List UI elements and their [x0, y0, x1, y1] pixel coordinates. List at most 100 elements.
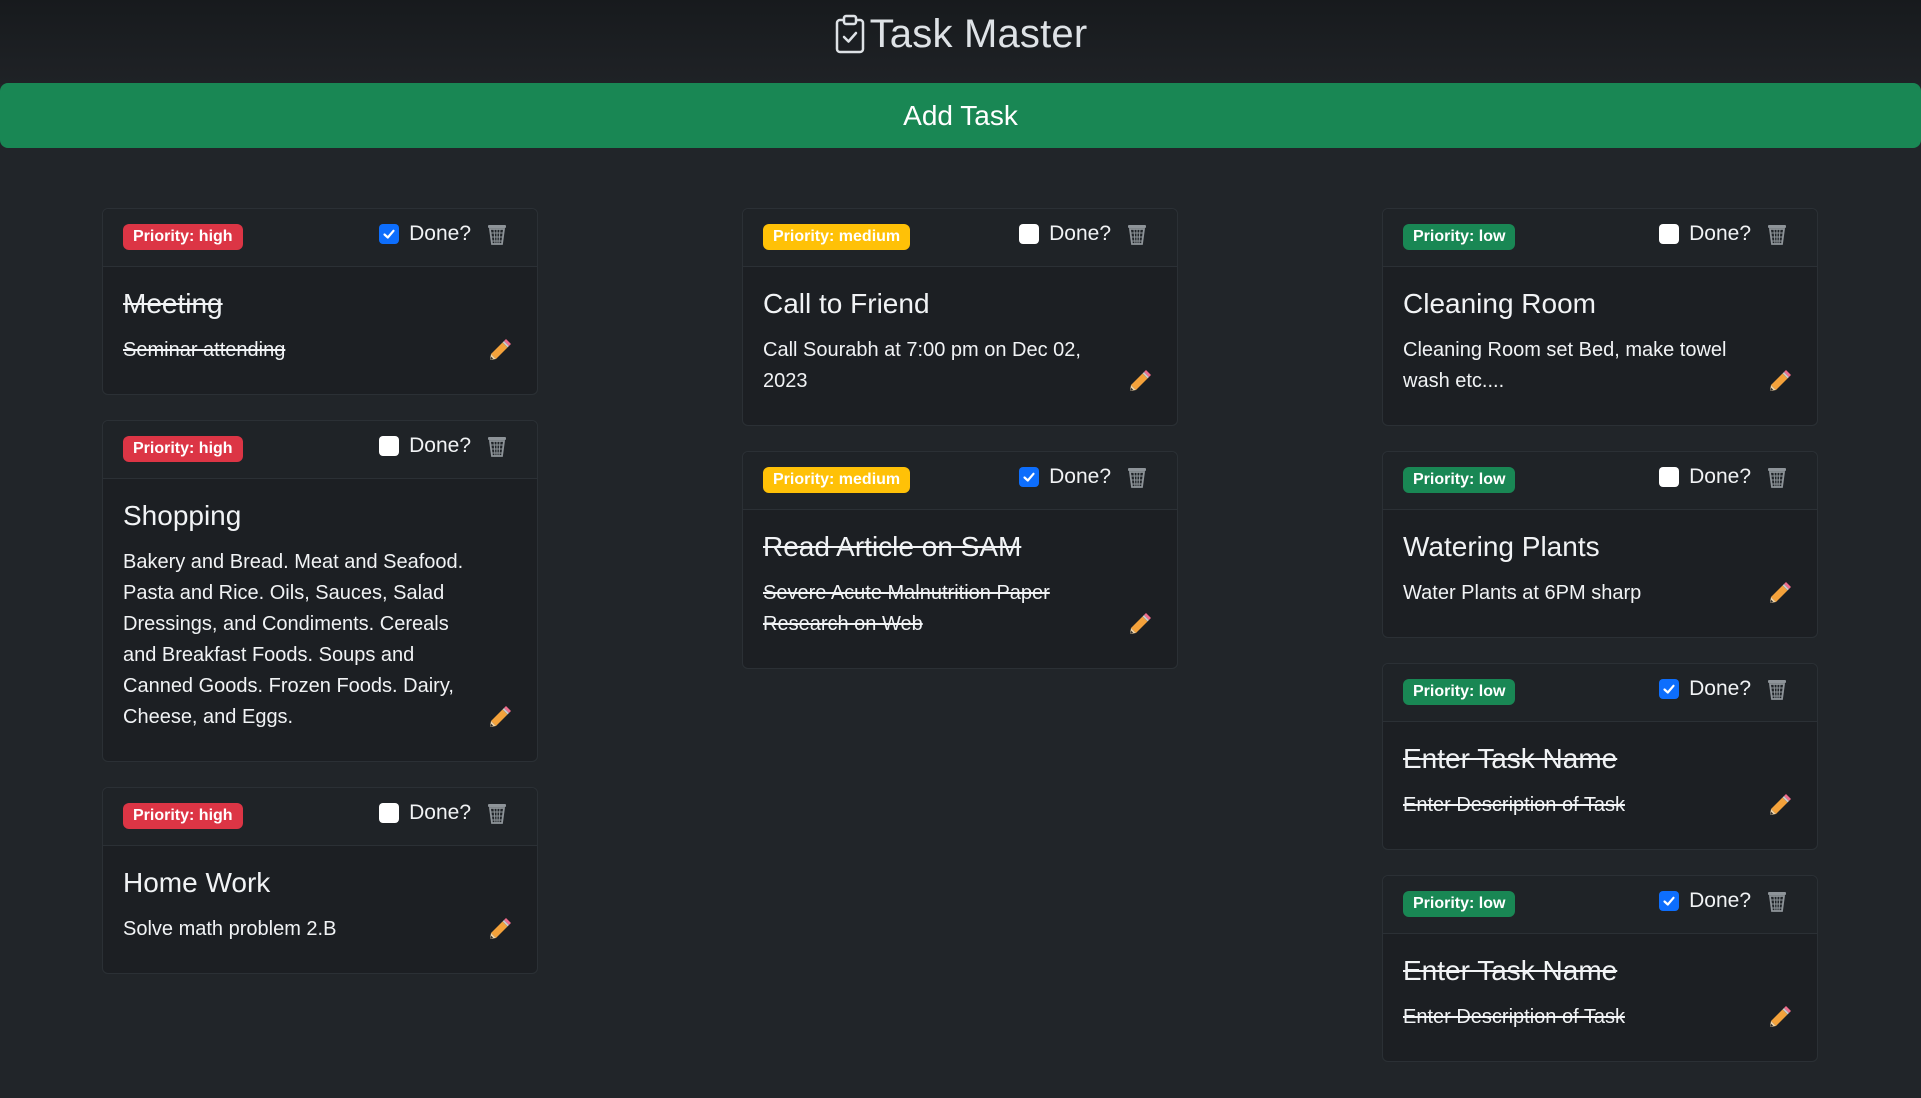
clipboard-check-icon: [834, 14, 866, 54]
priority-badge: Priority: medium: [763, 467, 911, 493]
card-body: Enter Task Name Enter Description of Tas…: [1383, 722, 1817, 849]
done-label: Done?: [409, 434, 471, 457]
done-label: Done?: [1689, 889, 1751, 912]
card-header: Priority: high Done?: [103, 788, 537, 846]
task-description: Call Sourabh at 7:00 pm on Dec 02, 2023: [763, 339, 1081, 392]
done-checkbox[interactable]: [379, 224, 400, 244]
trash-icon[interactable]: [487, 223, 507, 250]
card-body: Meeting Seminar attending: [103, 267, 537, 394]
done-checkbox[interactable]: [1659, 679, 1680, 699]
card-header: Priority: high Done?: [103, 209, 537, 267]
task-name: Enter Task Name: [1403, 743, 1618, 774]
page-title: Task Master: [869, 11, 1088, 56]
priority-badge: Priority: medium: [763, 224, 911, 250]
done-checkbox[interactable]: [379, 803, 400, 823]
trash-icon[interactable]: [1127, 223, 1147, 250]
priority-badge: Priority: low: [1403, 891, 1516, 917]
add-task-button[interactable]: Add Task: [0, 83, 1921, 148]
done-checkbox[interactable]: [379, 436, 400, 456]
task-name: Enter Task Name: [1403, 955, 1618, 986]
pencil-icon[interactable]: [489, 916, 513, 945]
task-description: Enter Description of Task: [1403, 1006, 1625, 1028]
trash-icon[interactable]: [487, 435, 507, 462]
trash-icon[interactable]: [487, 802, 507, 829]
task-description: Seminar attending: [123, 339, 286, 361]
trash-icon[interactable]: [1767, 678, 1787, 705]
pencil-icon[interactable]: [1769, 368, 1793, 397]
app-header: Task Master: [0, 0, 1921, 84]
task-name: Watering Plants: [1403, 531, 1600, 562]
priority-badge: Priority: low: [1403, 224, 1516, 250]
done-checkbox[interactable]: [1659, 467, 1680, 487]
task-card: Priority: low Done? Enter Task Name Ente…: [1382, 875, 1818, 1062]
done-label: Done?: [1689, 677, 1751, 700]
done-toggle[interactable]: Done?: [1659, 677, 1751, 701]
done-checkbox[interactable]: [1019, 467, 1040, 487]
priority-badge: Priority: low: [1403, 679, 1516, 705]
column-medium: Priority: medium Done? Call to Friend Ca…: [742, 208, 1178, 669]
card-header: Priority: low Done?: [1383, 452, 1817, 510]
task-description: Cleaning Room set Bed, make towel wash e…: [1403, 339, 1727, 392]
done-toggle[interactable]: Done?: [1019, 465, 1111, 489]
done-label: Done?: [1049, 222, 1111, 245]
priority-badge: Priority: high: [123, 436, 243, 462]
card-body: Shopping Bakery and Bread. Meat and Seaf…: [103, 479, 537, 761]
card-body: Enter Task Name Enter Description of Tas…: [1383, 934, 1817, 1061]
done-label: Done?: [409, 801, 471, 824]
done-label: Done?: [1689, 465, 1751, 488]
title-wrap: Task Master: [834, 12, 1088, 57]
priority-badge: Priority: high: [123, 224, 243, 250]
task-name: Shopping: [123, 500, 242, 531]
task-description: Solve math problem 2.B: [123, 918, 337, 940]
task-card: Priority: high Done? Meeting Seminar att…: [102, 208, 538, 395]
card-header: Priority: medium Done?: [743, 209, 1177, 267]
pencil-icon[interactable]: [489, 704, 513, 733]
done-toggle[interactable]: Done?: [1019, 222, 1111, 246]
card-header: Priority: medium Done?: [743, 452, 1177, 510]
task-description: Enter Description of Task: [1403, 794, 1625, 816]
task-description: Bakery and Bread. Meat and Seafood. Past…: [123, 551, 464, 728]
done-label: Done?: [1049, 465, 1111, 488]
card-body: Read Article on SAM Severe Acute Malnutr…: [743, 510, 1177, 668]
task-card: Priority: high Done? Shopping Bakery and…: [102, 420, 538, 762]
trash-icon[interactable]: [1767, 466, 1787, 493]
task-description: Severe Acute Malnutrition Paper Research…: [763, 582, 1050, 635]
done-toggle[interactable]: Done?: [1659, 222, 1751, 246]
done-checkbox[interactable]: [1659, 224, 1680, 244]
task-card: Priority: medium Done? Call to Friend Ca…: [742, 208, 1178, 426]
priority-badge: Priority: low: [1403, 467, 1516, 493]
card-body: Cleaning Room Cleaning Room set Bed, mak…: [1383, 267, 1817, 425]
done-toggle[interactable]: Done?: [1659, 465, 1751, 489]
done-toggle[interactable]: Done?: [379, 434, 471, 458]
card-header: Priority: low Done?: [1383, 876, 1817, 934]
done-toggle[interactable]: Done?: [379, 222, 471, 246]
pencil-icon[interactable]: [489, 337, 513, 366]
column-high: Priority: high Done? Meeting Seminar att…: [102, 208, 538, 974]
done-checkbox[interactable]: [1019, 224, 1040, 244]
trash-icon[interactable]: [1767, 890, 1787, 917]
task-card: Priority: medium Done? Read Article on S…: [742, 451, 1178, 669]
task-name: Home Work: [123, 867, 271, 898]
task-card: Priority: high Done? Home Work Solve mat…: [102, 787, 538, 974]
task-name: Read Article on SAM: [763, 531, 1022, 562]
pencil-icon[interactable]: [1129, 611, 1153, 640]
card-header: Priority: high Done?: [103, 421, 537, 479]
card-body: Watering Plants Water Plants at 6PM shar…: [1383, 510, 1817, 637]
task-card: Priority: low Done? Cleaning Room Cleani…: [1382, 208, 1818, 426]
card-header: Priority: low Done?: [1383, 664, 1817, 722]
column-low: Priority: low Done? Cleaning Room Cleani…: [1382, 208, 1818, 1062]
task-card: Priority: low Done? Enter Task Name Ente…: [1382, 663, 1818, 850]
done-toggle[interactable]: Done?: [379, 801, 471, 825]
trash-icon[interactable]: [1767, 223, 1787, 250]
done-checkbox[interactable]: [1659, 891, 1680, 911]
done-label: Done?: [1689, 222, 1751, 245]
task-name: Cleaning Room: [1403, 288, 1596, 319]
trash-icon[interactable]: [1127, 466, 1147, 493]
pencil-icon[interactable]: [1769, 1004, 1793, 1033]
card-header: Priority: low Done?: [1383, 209, 1817, 267]
pencil-icon[interactable]: [1769, 792, 1793, 821]
priority-badge: Priority: high: [123, 803, 243, 829]
pencil-icon[interactable]: [1129, 368, 1153, 397]
pencil-icon[interactable]: [1769, 580, 1793, 609]
done-toggle[interactable]: Done?: [1659, 889, 1751, 913]
